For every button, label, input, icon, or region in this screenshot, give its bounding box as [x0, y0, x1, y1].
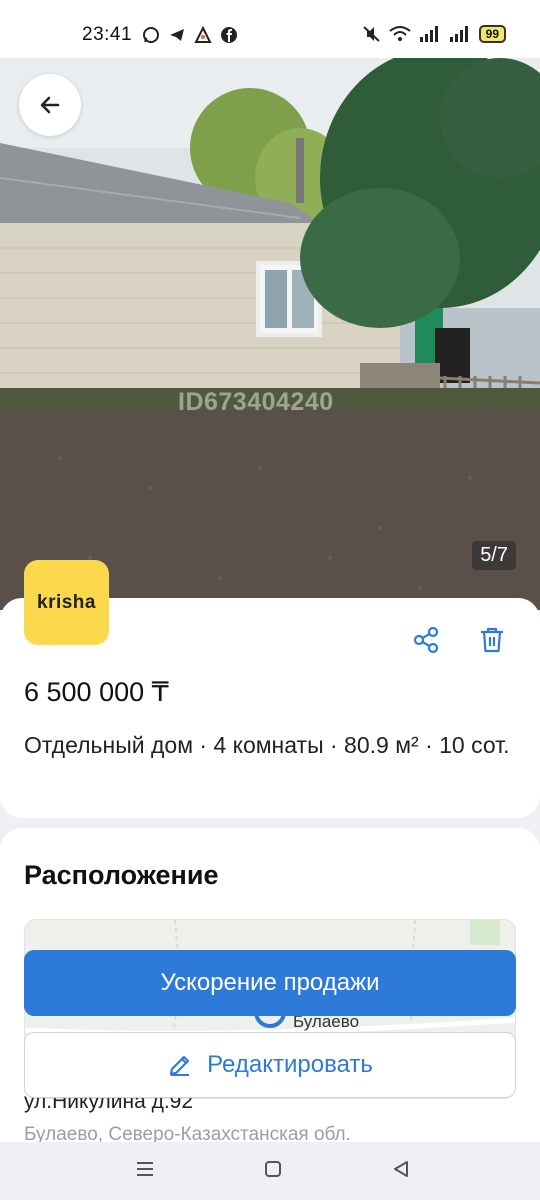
telegram-icon — [170, 29, 184, 41]
vpn-icon — [194, 26, 212, 43]
wifi-icon — [389, 26, 411, 41]
system-icons: 99 — [361, 25, 506, 43]
arrow-left-icon — [40, 96, 60, 114]
notification-icons — [142, 26, 238, 44]
share-icon — [413, 626, 439, 654]
back-button[interactable] — [19, 74, 81, 136]
house-photo-illustration — [0, 58, 540, 610]
location-title: Расположение — [24, 860, 219, 890]
mute-icon — [362, 26, 380, 42]
edit-button[interactable]: Редактировать — [24, 1032, 516, 1098]
facebook-icon — [221, 27, 237, 43]
triangle-back-icon — [394, 1161, 408, 1177]
nav-back-button[interactable] — [386, 1154, 416, 1184]
pencil-icon — [169, 1055, 190, 1076]
nav-home-button[interactable] — [258, 1154, 288, 1184]
edit-button-label: Редактировать — [207, 1051, 373, 1078]
nav-menu-button[interactable] — [130, 1154, 160, 1184]
status-bar: 23:41 99 — [0, 0, 540, 62]
status-time: 23:41 — [82, 24, 133, 45]
photo-watermark: ID673404240 — [178, 388, 334, 416]
photo-counter: 5/7 — [472, 541, 516, 570]
boost-sale-button[interactable]: Ускорение продажи — [24, 950, 516, 1016]
krisha-logo: krisha — [24, 560, 109, 645]
system-nav-bar — [0, 1142, 540, 1200]
listing-photo[interactable]: ID673404240 — [0, 58, 540, 610]
trash-icon — [481, 627, 503, 653]
delete-button[interactable] — [474, 622, 510, 658]
menu-icon — [137, 1162, 153, 1176]
share-button[interactable] — [408, 622, 444, 658]
listing-description: Отдельный дом · 4 комнаты · 80.9 м² · 10… — [24, 732, 510, 758]
signal-icon — [419, 26, 438, 42]
battery-indicator: 99 — [478, 25, 506, 43]
whatsapp-icon — [143, 27, 159, 43]
listing-price: 6 500 000 ₸ — [24, 677, 169, 707]
square-icon — [265, 1161, 281, 1177]
signal-icon — [449, 26, 468, 42]
